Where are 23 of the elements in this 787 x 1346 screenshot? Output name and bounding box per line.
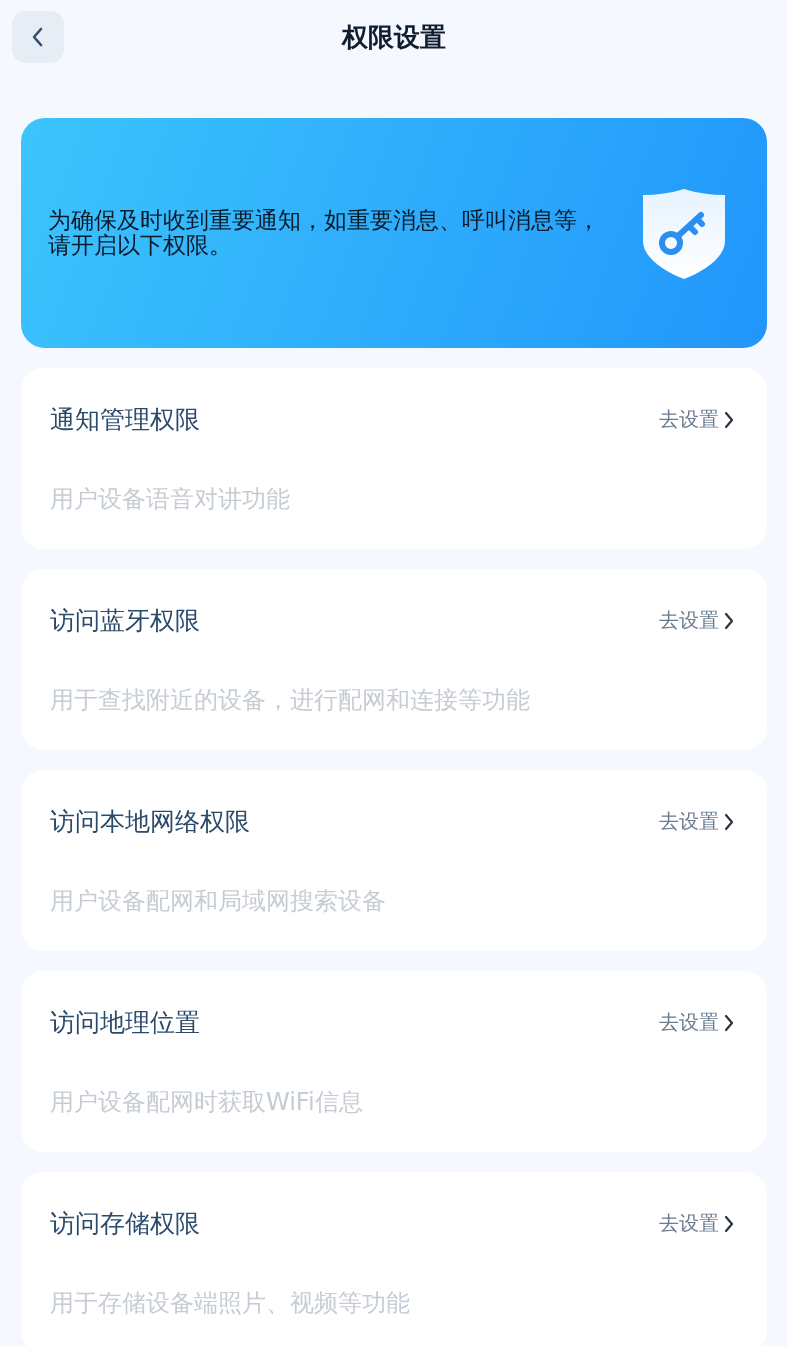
chevron-right-icon: [723, 812, 735, 831]
permission-title: 访问存储权限: [50, 1208, 200, 1240]
page-title: 权限设置: [340, 21, 447, 54]
settings-link[interactable]: 去设置: [659, 1009, 735, 1036]
permission-description: 用于查找附近的设备，进行配网和连接等功能: [50, 685, 531, 716]
permission-description: 用于存储设备端照片、视频等功能: [50, 1288, 411, 1319]
settings-link[interactable]: 去设置: [659, 607, 735, 634]
chevron-right-icon: [723, 1013, 735, 1032]
permission-description: 用户设备配网时获取WiFi信息: [50, 1087, 364, 1118]
permission-description: 用户设备语音对讲功能: [50, 484, 291, 515]
permission-title: 通知管理权限: [50, 404, 200, 436]
settings-link[interactable]: 去设置: [659, 808, 735, 835]
chevron-right-icon: [723, 410, 735, 429]
permission-title: 访问地理位置: [50, 1007, 200, 1039]
settings-link[interactable]: 去设置: [659, 1210, 735, 1237]
settings-link[interactable]: 去设置: [659, 406, 735, 433]
banner-text: 为确保及时收到重要通知，如重要消息、呼叫消息等，请开启以下权限。: [48, 207, 601, 259]
chevron-right-icon: [723, 611, 735, 630]
permission-description: 用户设备配网和局域网搜索设备: [50, 886, 387, 917]
back-button[interactable]: [12, 11, 64, 63]
chevron-right-icon: [723, 1214, 735, 1233]
permission-title: 访问本地网络权限: [50, 806, 250, 838]
permission-title: 访问蓝牙权限: [50, 605, 200, 637]
